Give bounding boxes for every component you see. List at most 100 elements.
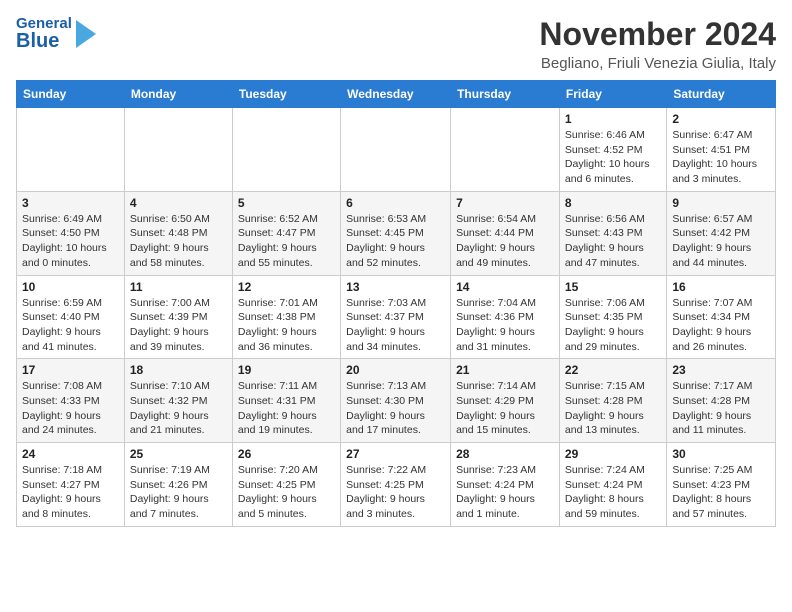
day-number: 20 (346, 363, 445, 377)
calendar-week-row: 17 Sunrise: 7:08 AM Sunset: 4:33 PM Dayli… (17, 359, 776, 443)
col-header-tuesday: Tuesday (232, 81, 340, 108)
col-header-saturday: Saturday (667, 81, 776, 108)
day-detail: Sunrise: 7:19 AM Sunset: 4:26 PM Dayligh… (130, 463, 227, 522)
calendar-day-cell: 24 Sunrise: 7:18 AM Sunset: 4:27 PM Dayli… (17, 443, 125, 527)
day-number: 10 (22, 280, 119, 294)
day-number: 16 (672, 280, 770, 294)
day-number: 6 (346, 196, 445, 210)
day-number: 11 (130, 280, 227, 294)
day-number: 24 (22, 447, 119, 461)
day-detail: Sunrise: 6:52 AM Sunset: 4:47 PM Dayligh… (238, 212, 335, 271)
day-detail: Sunrise: 7:10 AM Sunset: 4:32 PM Dayligh… (130, 379, 227, 438)
calendar-day-cell: 23 Sunrise: 7:17 AM Sunset: 4:28 PM Dayli… (667, 359, 776, 443)
day-number: 17 (22, 363, 119, 377)
calendar-day-cell: 3 Sunrise: 6:49 AM Sunset: 4:50 PM Daylig… (17, 191, 125, 275)
calendar-day-cell: 22 Sunrise: 7:15 AM Sunset: 4:28 PM Dayli… (559, 359, 666, 443)
day-number: 7 (456, 196, 554, 210)
day-detail: Sunrise: 7:18 AM Sunset: 4:27 PM Dayligh… (22, 463, 119, 522)
day-number: 12 (238, 280, 335, 294)
main-title: November 2024 (539, 16, 776, 53)
logo-icon (74, 20, 96, 48)
day-number: 21 (456, 363, 554, 377)
calendar-day-cell: 18 Sunrise: 7:10 AM Sunset: 4:32 PM Dayli… (124, 359, 232, 443)
day-detail: Sunrise: 6:47 AM Sunset: 4:51 PM Dayligh… (672, 128, 770, 187)
calendar-day-cell: 21 Sunrise: 7:14 AM Sunset: 4:29 PM Dayli… (451, 359, 560, 443)
day-detail: Sunrise: 7:04 AM Sunset: 4:36 PM Dayligh… (456, 296, 554, 355)
day-detail: Sunrise: 7:01 AM Sunset: 4:38 PM Dayligh… (238, 296, 335, 355)
day-number: 4 (130, 196, 227, 210)
day-number: 2 (672, 112, 770, 126)
day-detail: Sunrise: 7:11 AM Sunset: 4:31 PM Dayligh… (238, 379, 335, 438)
day-detail: Sunrise: 7:25 AM Sunset: 4:23 PM Dayligh… (672, 463, 770, 522)
day-detail: Sunrise: 6:54 AM Sunset: 4:44 PM Dayligh… (456, 212, 554, 271)
day-detail: Sunrise: 7:17 AM Sunset: 4:28 PM Dayligh… (672, 379, 770, 438)
day-detail: Sunrise: 7:24 AM Sunset: 4:24 PM Dayligh… (565, 463, 661, 522)
day-number: 27 (346, 447, 445, 461)
day-detail: Sunrise: 6:50 AM Sunset: 4:48 PM Dayligh… (130, 212, 227, 271)
day-detail: Sunrise: 7:15 AM Sunset: 4:28 PM Dayligh… (565, 379, 661, 438)
calendar-day-cell: 19 Sunrise: 7:11 AM Sunset: 4:31 PM Dayli… (232, 359, 340, 443)
day-number: 26 (238, 447, 335, 461)
calendar-day-cell (17, 108, 125, 192)
day-detail: Sunrise: 7:13 AM Sunset: 4:30 PM Dayligh… (346, 379, 445, 438)
day-number: 14 (456, 280, 554, 294)
calendar-day-cell (124, 108, 232, 192)
calendar-day-cell (341, 108, 451, 192)
day-number: 19 (238, 363, 335, 377)
calendar-day-cell: 16 Sunrise: 7:07 AM Sunset: 4:34 PM Dayli… (667, 275, 776, 359)
day-number: 8 (565, 196, 661, 210)
calendar-table: SundayMondayTuesdayWednesdayThursdayFrid… (16, 80, 776, 527)
title-area: November 2024 Begliano, Friuli Venezia G… (539, 16, 776, 72)
calendar-day-cell: 28Sunrise: 7:23 AM Sunset: 4:24 PM Dayli… (451, 443, 560, 527)
calendar-day-cell: 2 Sunrise: 6:47 AM Sunset: 4:51 PM Daylig… (667, 108, 776, 192)
calendar-day-cell: 8 Sunrise: 6:56 AM Sunset: 4:43 PM Daylig… (559, 191, 666, 275)
col-header-wednesday: Wednesday (341, 81, 451, 108)
calendar-day-cell: 17 Sunrise: 7:08 AM Sunset: 4:33 PM Dayli… (17, 359, 125, 443)
day-detail: Sunrise: 6:46 AM Sunset: 4:52 PM Dayligh… (565, 128, 661, 187)
day-detail: Sunrise: 7:20 AM Sunset: 4:25 PM Dayligh… (238, 463, 335, 522)
logo: General Blue (16, 16, 96, 51)
day-detail: Sunrise: 6:56 AM Sunset: 4:43 PM Dayligh… (565, 212, 661, 271)
calendar-day-cell: 25Sunrise: 7:19 AM Sunset: 4:26 PM Dayli… (124, 443, 232, 527)
day-number: 5 (238, 196, 335, 210)
day-number: 15 (565, 280, 661, 294)
day-number: 22 (565, 363, 661, 377)
calendar-day-cell: 26 Sunrise: 7:20 AM Sunset: 4:25 PM Dayli… (232, 443, 340, 527)
day-number: 29 (565, 447, 661, 461)
day-number: 1 (565, 112, 661, 126)
day-detail: Sunrise: 6:49 AM Sunset: 4:50 PM Dayligh… (22, 212, 119, 271)
calendar-day-cell: 11 Sunrise: 7:00 AM Sunset: 4:39 PM Dayli… (124, 275, 232, 359)
day-detail: Sunrise: 7:07 AM Sunset: 4:34 PM Dayligh… (672, 296, 770, 355)
calendar-day-cell: 13Sunrise: 7:03 AM Sunset: 4:37 PM Dayli… (341, 275, 451, 359)
day-detail: Sunrise: 7:00 AM Sunset: 4:39 PM Dayligh… (130, 296, 227, 355)
day-detail: Sunrise: 7:14 AM Sunset: 4:29 PM Dayligh… (456, 379, 554, 438)
day-number: 3 (22, 196, 119, 210)
col-header-thursday: Thursday (451, 81, 560, 108)
day-number: 30 (672, 447, 770, 461)
logo-general: General (16, 16, 72, 31)
day-detail: Sunrise: 6:59 AM Sunset: 4:40 PM Dayligh… (22, 296, 119, 355)
col-header-monday: Monday (124, 81, 232, 108)
day-number: 18 (130, 363, 227, 377)
calendar-header-row: SundayMondayTuesdayWednesdayThursdayFrid… (17, 81, 776, 108)
calendar-day-cell: 4 Sunrise: 6:50 AM Sunset: 4:48 PM Daylig… (124, 191, 232, 275)
calendar-day-cell: 29 Sunrise: 7:24 AM Sunset: 4:24 PM Dayli… (559, 443, 666, 527)
calendar-day-cell: 1 Sunrise: 6:46 AM Sunset: 4:52 PM Daylig… (559, 108, 666, 192)
calendar-day-cell: 30 Sunrise: 7:25 AM Sunset: 4:23 PM Dayli… (667, 443, 776, 527)
col-header-sunday: Sunday (17, 81, 125, 108)
day-detail: Sunrise: 7:06 AM Sunset: 4:35 PM Dayligh… (565, 296, 661, 355)
calendar-week-row: 10 Sunrise: 6:59 AM Sunset: 4:40 PM Dayli… (17, 275, 776, 359)
day-number: 13 (346, 280, 445, 294)
header: General Blue November 2024 Begliano, Fri… (16, 16, 776, 72)
day-detail: Sunrise: 7:08 AM Sunset: 4:33 PM Dayligh… (22, 379, 119, 438)
calendar-day-cell (451, 108, 560, 192)
calendar-week-row: 3 Sunrise: 6:49 AM Sunset: 4:50 PM Daylig… (17, 191, 776, 275)
calendar-week-row: 1 Sunrise: 6:46 AM Sunset: 4:52 PM Daylig… (17, 108, 776, 192)
subtitle: Begliano, Friuli Venezia Giulia, Italy (539, 55, 776, 72)
day-number: 23 (672, 363, 770, 377)
day-detail: Sunrise: 6:53 AM Sunset: 4:45 PM Dayligh… (346, 212, 445, 271)
calendar-day-cell: 14 Sunrise: 7:04 AM Sunset: 4:36 PM Dayli… (451, 275, 560, 359)
calendar-week-row: 24 Sunrise: 7:18 AM Sunset: 4:27 PM Dayli… (17, 443, 776, 527)
col-header-friday: Friday (559, 81, 666, 108)
calendar-day-cell: 20 Sunrise: 7:13 AM Sunset: 4:30 PM Dayli… (341, 359, 451, 443)
